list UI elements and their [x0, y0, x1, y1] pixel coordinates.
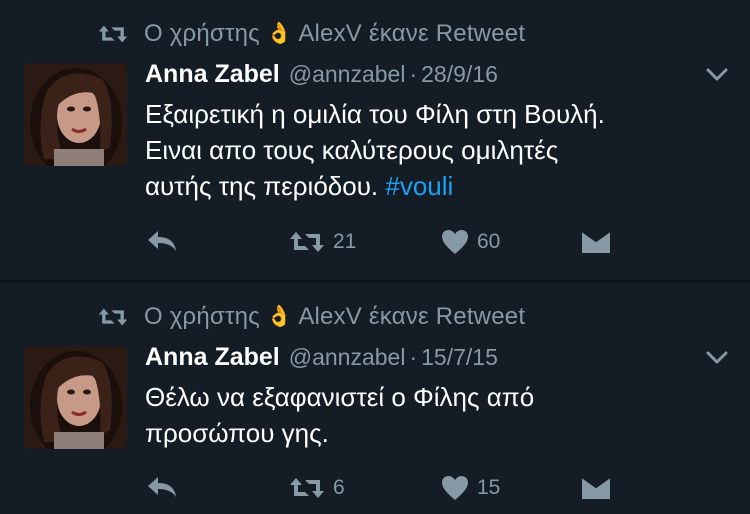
tweet-header: Anna Zabel @annzabel · 15/7/15 — [145, 343, 498, 377]
tweet-text: Εξαιρετική η ομιλία του Φίλη στη Βουλή. … — [145, 96, 745, 204]
author-handle[interactable]: @annzabel — [289, 344, 406, 371]
tweet-header: Anna Zabel @annzabel · 28/9/16 — [145, 60, 498, 94]
tweet[interactable]: Ο χρήστης 👌 AlexV έκανε Retweet Anna Zab… — [0, 283, 750, 514]
retweet-context: Ο χρήστης 👌 AlexV έκανε Retweet — [98, 20, 525, 48]
retweet-icon — [98, 305, 128, 329]
chevron-down-icon[interactable] — [706, 68, 728, 82]
separator-dot: · — [409, 61, 418, 87]
tweet-text-line-last: αυτής της περιόδου. #vouli — [145, 168, 745, 204]
retweet-count: 21 — [333, 230, 357, 253]
direct-message-button[interactable] — [581, 230, 611, 254]
tweet-text-line: προσώπου γης. — [145, 418, 329, 448]
tweet-actions: 6 15 — [0, 475, 750, 505]
retweet-prefix: Ο χρήστης — [144, 20, 260, 47]
like-button[interactable]: 15 — [441, 475, 500, 501]
retweet-prefix: Ο χρήστης — [144, 303, 260, 330]
retweet-icon — [289, 475, 325, 501]
tweet-date[interactable]: 28/9/16 — [421, 61, 498, 88]
tweet-text-line: Ειναι απο τους καλύτερους ομιλητές — [145, 135, 559, 165]
reply-button[interactable] — [146, 475, 178, 499]
like-button[interactable]: 60 — [441, 229, 500, 255]
retweet-button[interactable]: 21 — [289, 229, 356, 255]
avatar[interactable] — [24, 346, 127, 449]
tweet-date[interactable]: 15/7/15 — [421, 344, 498, 371]
retweet-count: 6 — [333, 476, 345, 499]
ok-hand-emoji: 👌 — [265, 22, 293, 45]
tweet[interactable]: Ο χρήστης 👌 AlexV έκανε Retweet Anna Zab… — [0, 0, 750, 280]
heart-icon — [441, 229, 469, 255]
like-count: 60 — [477, 230, 501, 253]
reply-icon — [146, 229, 178, 253]
heart-icon — [441, 475, 469, 501]
reply-icon — [146, 475, 178, 499]
retweet-suffix: έκανε Retweet — [368, 303, 526, 330]
tweet-text-line: Εξαιρετική η ομιλία του Φίλη στη Βουλή. — [145, 99, 605, 129]
hashtag-link[interactable]: #vouli — [385, 171, 453, 201]
direct-message-icon — [581, 476, 611, 500]
reply-button[interactable] — [146, 229, 178, 253]
tweet-text-segment: αυτής της περιόδου. — [145, 171, 386, 201]
retweet-icon — [98, 22, 128, 46]
author-name[interactable]: Anna Zabel — [145, 60, 280, 89]
tweet-text-line: Θέλω να εξαφανιστεί ο Φίλης από — [145, 382, 535, 412]
like-count: 15 — [477, 476, 501, 499]
author-name[interactable]: Anna Zabel — [145, 343, 280, 372]
tweet-actions: 21 60 — [0, 229, 750, 259]
direct-message-button[interactable] — [581, 476, 611, 500]
chevron-down-icon[interactable] — [706, 351, 728, 365]
retweeter-name[interactable]: AlexV — [298, 303, 362, 331]
author-handle[interactable]: @annzabel — [289, 61, 406, 88]
avatar[interactable] — [24, 63, 127, 166]
retweeter-name[interactable]: AlexV — [298, 20, 362, 48]
separator-dot: · — [409, 344, 418, 370]
retweet-button[interactable]: 6 — [289, 475, 345, 501]
retweet-suffix: έκανε Retweet — [368, 20, 526, 47]
retweet-icon — [289, 229, 325, 255]
tweet-text: Θέλω να εξαφανιστεί ο Φίλης από προσώπου… — [145, 379, 745, 451]
ok-hand-emoji: 👌 — [265, 305, 293, 328]
retweet-context: Ο χρήστης 👌 AlexV έκανε Retweet — [98, 303, 525, 331]
direct-message-icon — [581, 230, 611, 254]
